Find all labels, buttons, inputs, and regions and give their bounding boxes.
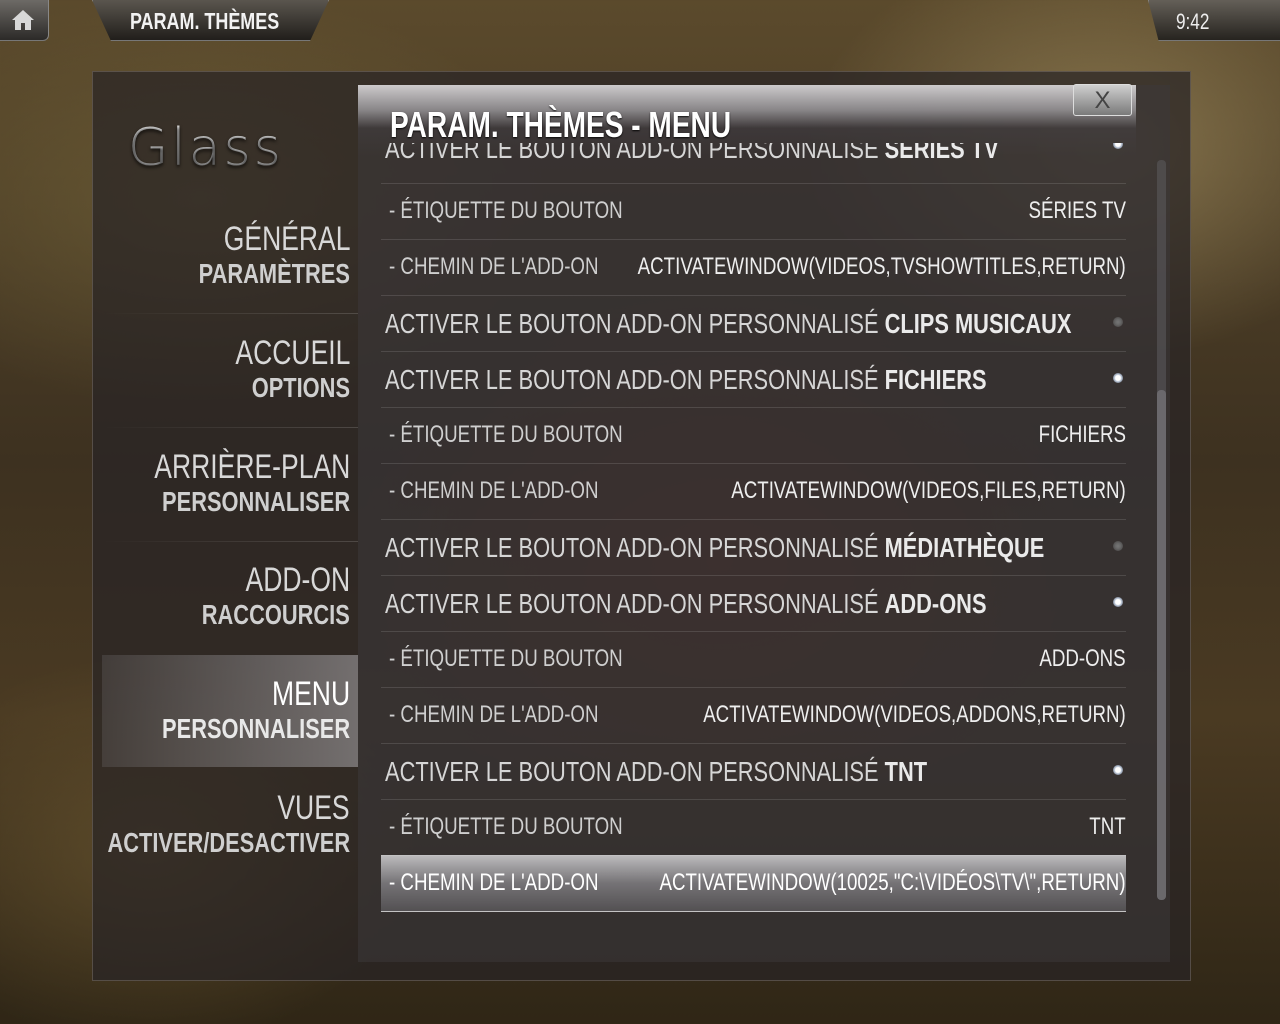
setting-label: ACTIVER LE BOUTON ADD-ON PERSONNALISÉ MÉ…	[385, 532, 1045, 563]
setting-label: ACTIVER LE BOUTON ADD-ON PERSONNALISÉ CL…	[385, 308, 1072, 339]
setting-addon-path[interactable]: - CHEMIN DE L'ADD-ON ACTIVATEWINDOW(VIDE…	[381, 463, 1126, 520]
radio-indicator	[1113, 597, 1123, 607]
page-title: PARAM. THÈMES - MENU	[390, 104, 732, 145]
nav-item-background[interactable]: ARRIÈRE-PLAN PERSONNALISER	[102, 428, 358, 540]
setting-value: ACTIVATEWINDOW(VIDEOS,ADDONS,RETURN)	[703, 701, 1126, 728]
setting-value: ACTIVATEWINDOW(VIDEOS,TVSHOWTITLES,RETUR…	[637, 253, 1126, 280]
setting-label: ACTIVER LE BOUTON ADD-ON PERSONNALISÉ TN…	[385, 756, 928, 787]
setting-label: ACTIVER LE BOUTON ADD-ON PERSONNALISÉ SÉ…	[385, 143, 999, 164]
nav-item-title: ACCUEIL	[235, 334, 350, 372]
radio-indicator	[1113, 317, 1123, 327]
setting-toggle-mediatheque[interactable]: ACTIVER LE BOUTON ADD-ON PERSONNALISÉ MÉ…	[381, 519, 1126, 576]
setting-button-label[interactable]: - ÉTIQUETTE DU BOUTON SÉRIES TV	[381, 183, 1126, 240]
nav-item-subtitle: PERSONNALISER	[161, 486, 350, 517]
nav-item-title: GÉNÉRAL	[223, 220, 350, 258]
setting-toggle-clips[interactable]: ACTIVER LE BOUTON ADD-ON PERSONNALISÉ CL…	[381, 295, 1126, 352]
setting-value: ACTIVATEWINDOW(VIDEOS,FILES,RETURN)	[731, 477, 1126, 504]
setting-addon-path[interactable]: - CHEMIN DE L'ADD-ON ACTIVATEWINDOW(VIDE…	[381, 239, 1126, 296]
nav-item-views[interactable]: VUES ACTIVER/DESACTIVER	[102, 769, 358, 881]
setting-value: ACTIVATEWINDOW(10025,"C:\VIDÉOS\TV\",RET…	[659, 869, 1126, 896]
nav-item-subtitle: OPTIONS	[251, 372, 350, 403]
setting-value: SÉRIES TV	[1028, 197, 1126, 224]
nav-item-home[interactable]: ACCUEIL OPTIONS	[102, 314, 358, 426]
setting-toggle-tnt[interactable]: ACTIVER LE BOUTON ADD-ON PERSONNALISÉ TN…	[381, 743, 1126, 800]
home-icon	[12, 10, 34, 30]
radio-indicator	[1113, 541, 1123, 551]
scrollbar-thumb[interactable]	[1157, 390, 1166, 900]
window-title: PARAM. THÈMES	[130, 8, 280, 34]
setting-toggle-addons[interactable]: ACTIVER LE BOUTON ADD-ON PERSONNALISÉ AD…	[381, 575, 1126, 632]
nav-item-menu[interactable]: MENU PERSONNALISER	[102, 655, 358, 767]
setting-button-label[interactable]: - ÉTIQUETTE DU BOUTON ADD-ONS	[381, 631, 1126, 688]
radio-indicator	[1113, 765, 1123, 775]
setting-value: FICHIERS	[1038, 421, 1126, 448]
nav-item-subtitle: PARAMÈTRES	[198, 258, 350, 289]
setting-label: - ÉTIQUETTE DU BOUTON	[389, 421, 623, 448]
setting-addon-path-selected[interactable]: - CHEMIN DE L'ADD-ON ACTIVATEWINDOW(1002…	[381, 855, 1126, 912]
nav-item-title: ARRIÈRE-PLAN	[154, 448, 350, 486]
nav-item-subtitle: RACCOURCIS	[201, 599, 350, 630]
setting-toggle-files[interactable]: ACTIVER LE BOUTON ADD-ON PERSONNALISÉ FI…	[381, 351, 1126, 408]
skin-logo: Glass	[128, 118, 284, 178]
setting-label: - ÉTIQUETTE DU BOUTON	[389, 645, 623, 672]
setting-label: ACTIVER LE BOUTON ADD-ON PERSONNALISÉ AD…	[385, 588, 987, 619]
top-bar: PARAM. THÈMES 9:42	[0, 0, 1280, 42]
setting-label: ACTIVER LE BOUTON ADD-ON PERSONNALISÉ FI…	[385, 364, 987, 395]
setting-value: ADD-ONS	[1039, 645, 1126, 672]
setting-button-label[interactable]: - ÉTIQUETTE DU BOUTON FICHIERS	[381, 407, 1126, 464]
close-button[interactable]: X	[1073, 84, 1132, 116]
scrollbar[interactable]	[1157, 160, 1166, 900]
setting-label: - ÉTIQUETTE DU BOUTON	[389, 813, 623, 840]
nav-item-addon[interactable]: ADD-ON RACCOURCIS	[102, 541, 358, 653]
home-button[interactable]	[0, 0, 49, 41]
setting-value: TNT	[1089, 813, 1126, 840]
close-icon: X	[1094, 87, 1111, 114]
nav-item-title: VUES	[277, 789, 350, 827]
setting-toggle-series-tv[interactable]: ACTIVER LE BOUTON ADD-ON PERSONNALISÉ SÉ…	[381, 143, 1126, 184]
clock: 9:42	[1176, 9, 1210, 34]
setting-label: - CHEMIN DE L'ADD-ON	[389, 477, 599, 504]
nav-item-title: MENU	[271, 675, 350, 713]
nav-item-subtitle: PERSONNALISER	[161, 713, 350, 744]
setting-addon-path[interactable]: - CHEMIN DE L'ADD-ON ACTIVATEWINDOW(VIDE…	[381, 687, 1126, 744]
nav-item-general[interactable]: GÉNÉRAL PARAMÈTRES	[102, 200, 358, 312]
nav-item-title: ADD-ON	[245, 561, 350, 599]
nav-item-subtitle: ACTIVER/DESACTIVER	[107, 827, 350, 858]
setting-button-label[interactable]: - ÉTIQUETTE DU BOUTON TNT	[381, 799, 1126, 856]
radio-indicator	[1113, 373, 1123, 383]
setting-label: - ÉTIQUETTE DU BOUTON	[389, 197, 623, 224]
